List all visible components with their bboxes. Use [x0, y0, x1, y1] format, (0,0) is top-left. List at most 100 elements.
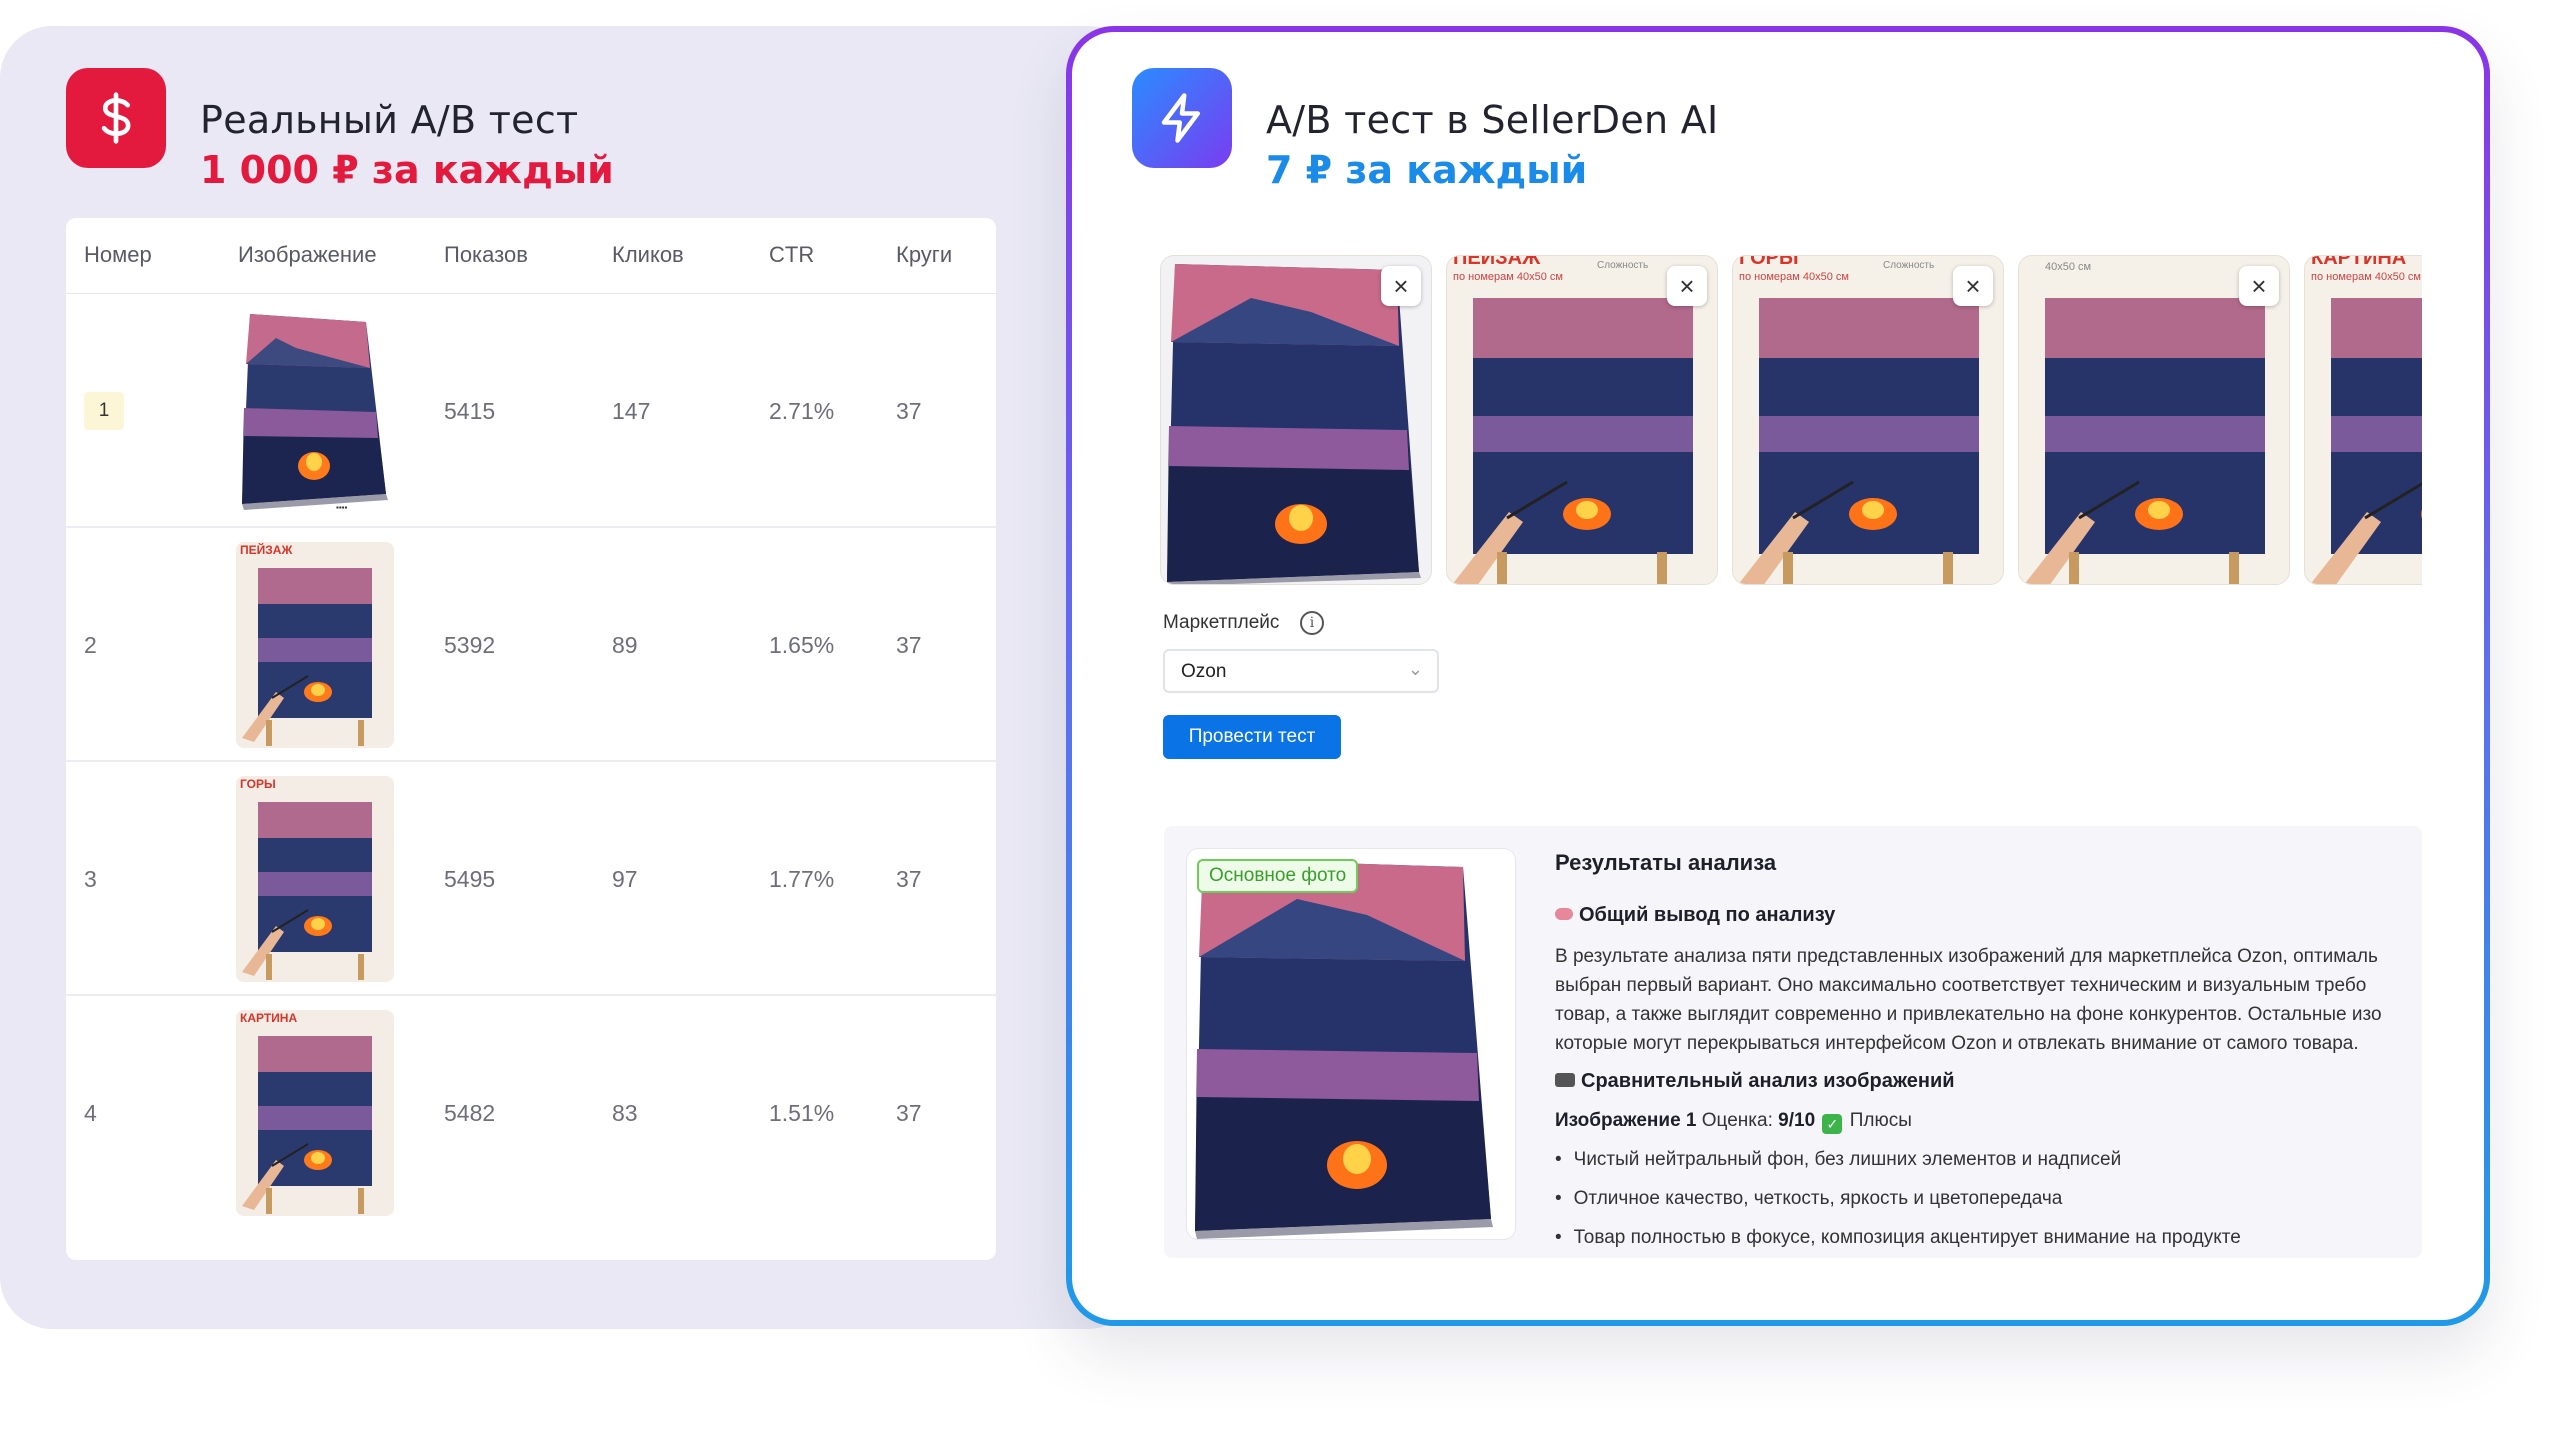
variant-misc: Сложность — [1883, 260, 1934, 271]
summary-heading: Общий вывод по анализу — [1555, 904, 1835, 927]
clicks-value: 97 — [612, 866, 638, 892]
main-photo-image — [1195, 859, 1493, 1239]
remove-variant-button[interactable]: × — [1667, 266, 1707, 306]
thumb-label: ГОРЫ — [240, 777, 276, 791]
shows-value: 5482 — [444, 1100, 496, 1126]
col-clicks: Кликов — [612, 242, 684, 267]
product-thumbnail: КАРТИНА — [236, 1010, 394, 1216]
summary-text: В результате анализа пяти представленных… — [1555, 942, 2422, 1058]
rounds-value: 37 — [896, 632, 922, 658]
real-test-price: 1 000 ₽ за каждый — [200, 148, 614, 192]
dollar-icon — [101, 92, 131, 144]
analysis-results: Основное фото Результаты анализа Общий в… — [1164, 826, 2422, 1258]
variant-sub: по номерам 40x50 см — [2311, 271, 2421, 283]
shows-value: 5495 — [444, 866, 496, 892]
variant-card[interactable]: КАРТИНА по номерам 40x50 см — [2304, 255, 2422, 585]
compare-heading-text: Сравнительный анализ изображений — [1581, 1070, 1955, 1092]
variant-misc: Сложность — [1597, 260, 1648, 271]
thumb-label: КАРТИНА — [240, 1011, 297, 1025]
row-number: 4 — [84, 1100, 97, 1126]
pros-bullet: Отличное качество, четкость, яркость и ц… — [1555, 1188, 2063, 1210]
thumb-label: ПЕЙЗАЖ — [240, 542, 292, 557]
ctr-value: 1.77% — [769, 866, 835, 892]
results-table: Номер Изображение Показов Кликов CTR Кру… — [66, 218, 996, 1260]
pros-label: Плюсы — [1849, 1110, 1912, 1131]
camera-icon — [1555, 1073, 1575, 1087]
row-number: 3 — [84, 866, 97, 892]
col-shows: Показов — [444, 242, 528, 267]
summary-line: товар, а также выглядит современно и при… — [1555, 1004, 2382, 1025]
table-row[interactable]: 4 КАРТИНА 5482 83 1.51% 37 — [66, 996, 996, 1230]
svg-text:▪▪▪▪: ▪▪▪▪ — [336, 503, 348, 512]
summary-line: выбран первый вариант. Оно максимально с… — [1555, 975, 2367, 996]
score-label: Оценка: — [1701, 1110, 1773, 1131]
clicks-value: 147 — [612, 398, 651, 424]
variant-card[interactable]: 40x50 см × — [2018, 255, 2290, 585]
lightning-icon — [1161, 93, 1200, 143]
sellerden-test-price: 7 ₽ за каждый — [1266, 148, 1588, 192]
image-label: Изображение 1 — [1555, 1110, 1697, 1131]
summary-line: В результате анализа пяти представленных… — [1555, 946, 2378, 967]
variant-label: КАРТИНА — [2311, 256, 2406, 269]
remove-variant-button[interactable]: × — [2239, 266, 2279, 306]
table-header: Номер Изображение Показов Кликов CTR Кру… — [66, 218, 996, 294]
remove-variant-button[interactable]: × — [1381, 266, 1421, 306]
rounds-value: 37 — [896, 398, 922, 424]
product-thumbnail: ПЕЙЗАЖ — [236, 542, 394, 748]
variant-label: ГОРЫ — [1739, 256, 1799, 269]
close-icon: × — [2251, 270, 2267, 301]
sellerden-test-title: A/B тест в SellerDen AI — [1266, 98, 1719, 142]
main-photo-tag: Основное фото — [1197, 859, 1359, 893]
brain-icon — [1555, 908, 1573, 920]
row-number: 2 — [84, 632, 97, 658]
check-icon: ✓ — [1822, 1114, 1843, 1134]
score-value: 9/10 — [1778, 1110, 1816, 1131]
close-icon: × — [1393, 270, 1409, 301]
pros-bullet: Чистый нейтральный фон, без лишних элеме… — [1555, 1149, 2122, 1171]
clicks-value: 89 — [612, 632, 638, 658]
variant-card[interactable]: × — [1160, 255, 1432, 585]
rounds-value: 37 — [896, 866, 922, 892]
rounds-value: 37 — [896, 1100, 922, 1126]
shows-value: 5415 — [444, 398, 496, 424]
table-row[interactable]: 1 ▪▪▪▪ 5415 147 2.71% 37 — [66, 294, 996, 528]
variant-label: ПЕЙЗАЖ — [1453, 256, 1541, 269]
close-icon: × — [1679, 270, 1695, 301]
col-number: Номер — [84, 242, 152, 267]
results-title: Результаты анализа — [1555, 850, 1777, 875]
table-row[interactable]: 3 ГОРЫ 5495 97 1.77% 37 — [66, 762, 996, 996]
product-thumbnail: ▪▪▪▪ — [242, 314, 388, 512]
info-icon[interactable]: i — [1300, 611, 1324, 635]
variant-misc: 40x50 см — [2045, 261, 2091, 273]
col-ctr: CTR — [769, 242, 815, 267]
pros-bullet: Товар полностью в фокусе, композиция акц… — [1555, 1227, 2241, 1249]
real-test-title: Реальный A/B тест — [200, 98, 579, 142]
variant-card[interactable]: ПЕЙЗАЖ по номерам 40x50 см Сложность × — [1446, 255, 1718, 585]
marketplace-select[interactable]: Ozon ⌄ — [1163, 649, 1439, 693]
col-rounds: Круги — [896, 242, 953, 267]
variant-sub: по номерам 40x50 см — [1453, 271, 1563, 283]
main-photo: Основное фото — [1186, 848, 1516, 1240]
table-row[interactable]: 2 ПЕЙЗАЖ 5392 89 1.65% 37 — [66, 528, 996, 762]
row-number: 1 — [84, 392, 124, 430]
close-icon: × — [1965, 270, 1981, 301]
marketplace-label: Маркетплейс — [1163, 612, 1280, 633]
chevron-down-icon: ⌄ — [1407, 659, 1423, 679]
clicks-value: 83 — [612, 1100, 638, 1126]
variant-card[interactable]: ГОРЫ по номерам 40x50 см Сложность × — [1732, 255, 2004, 585]
lightning-badge — [1132, 68, 1232, 168]
summary-heading-text: Общий вывод по анализу — [1579, 904, 1836, 926]
variant-sub: по номерам 40x50 см — [1739, 271, 1849, 283]
remove-variant-button[interactable]: × — [1953, 266, 1993, 306]
variant-image: КАРТИНА по номерам 40x50 см — [2310, 256, 2422, 584]
compare-heading: Сравнительный анализ изображений — [1555, 1070, 1955, 1093]
ctr-value: 1.65% — [769, 632, 835, 658]
col-image: Изображение — [238, 242, 377, 267]
ctr-value: 2.71% — [769, 398, 835, 424]
run-test-button[interactable]: Провести тест — [1163, 715, 1341, 759]
ctr-value: 1.51% — [769, 1100, 835, 1126]
product-thumbnail: ГОРЫ — [236, 776, 394, 982]
image-variants-strip: × ПЕЙЗАЖ по номерам 40x50 см Сложность ×… — [1160, 255, 2422, 585]
marketplace-value: Ozon — [1181, 661, 1227, 682]
image-score-line: Изображение 1 Оценка: 9/10 ✓ Плюсы — [1555, 1110, 1912, 1134]
